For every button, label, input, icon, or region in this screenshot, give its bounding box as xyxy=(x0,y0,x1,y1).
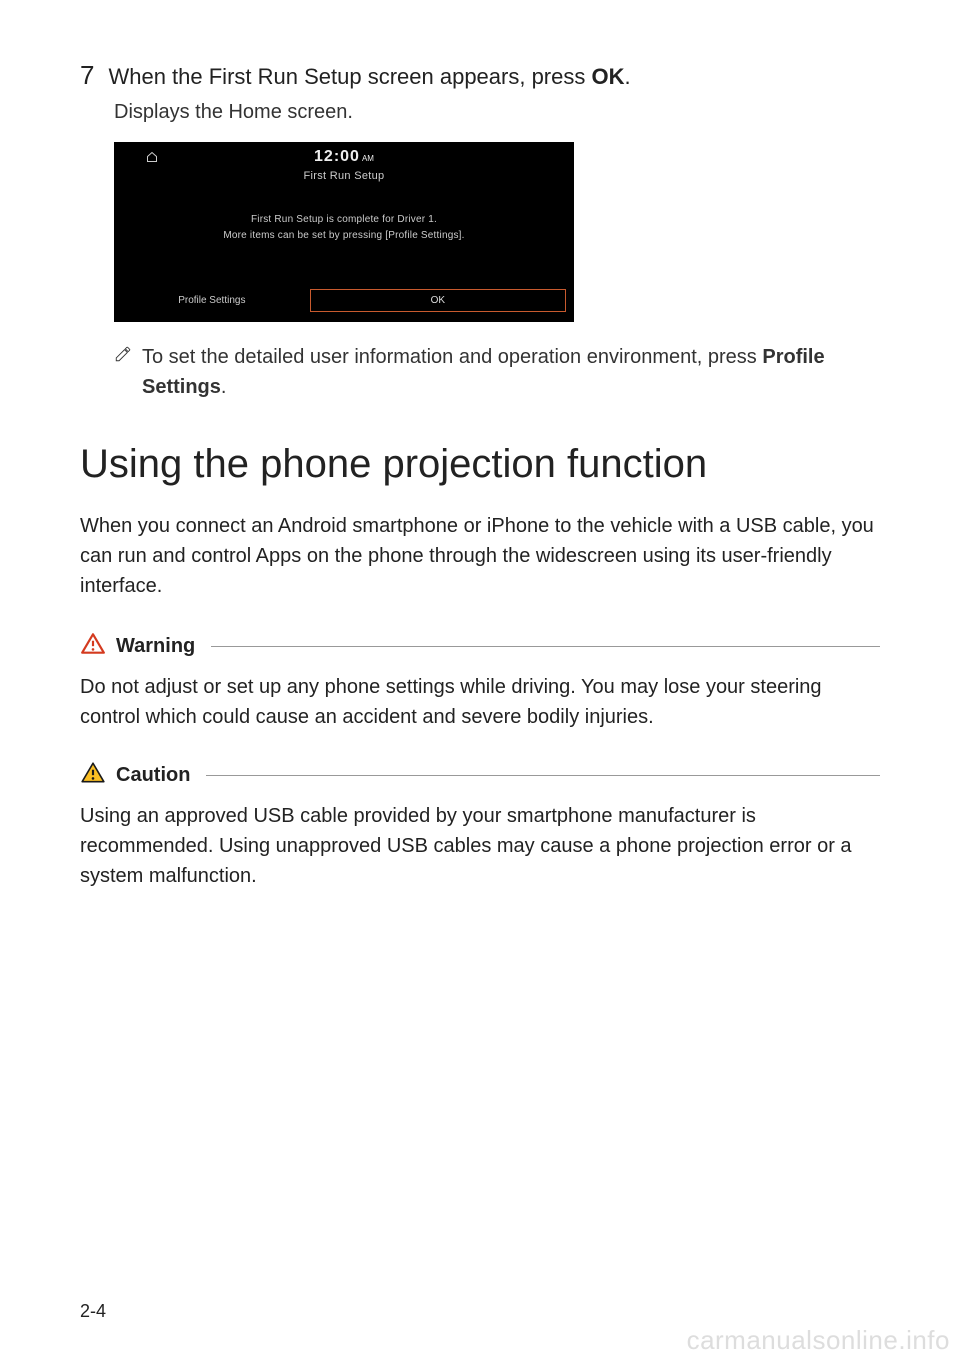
screenshot-ampm: AM xyxy=(362,154,374,163)
watermark: carmanualsonline.info xyxy=(687,1325,950,1356)
caution-icon xyxy=(80,760,106,791)
pencil-icon xyxy=(114,345,132,368)
caution-rule xyxy=(206,775,880,776)
step-text-suffix: . xyxy=(624,64,630,89)
warning-icon xyxy=(80,631,106,662)
step-item: 7 When the First Run Setup screen appear… xyxy=(80,60,880,93)
warning-label: Warning xyxy=(116,635,195,658)
screenshot-button-row: Profile Settings OK xyxy=(114,289,574,312)
home-icon xyxy=(146,150,158,168)
section-intro: When you connect an Android smartphone o… xyxy=(80,511,880,601)
screenshot-clock: 12:00AM xyxy=(114,142,574,166)
warning-body: Do not adjust or set up any phone settin… xyxy=(80,672,880,732)
screenshot-body-line2: More items can be set by pressing [Profi… xyxy=(114,228,574,244)
note: To set the detailed user information and… xyxy=(114,342,880,402)
infotainment-screenshot: 12:00AM First Run Setup First Run Setup … xyxy=(114,142,574,322)
caution-body: Using an approved USB cable provided by … xyxy=(80,801,880,891)
note-prefix: To set the detailed user information and… xyxy=(142,346,762,368)
step-text-bold: OK xyxy=(591,64,624,89)
ok-button: OK xyxy=(310,289,566,312)
screenshot-time: 12:00 xyxy=(314,148,360,165)
screenshot-body: First Run Setup is complete for Driver 1… xyxy=(114,212,574,244)
caution-header: Caution xyxy=(80,760,880,791)
note-suffix: . xyxy=(221,376,227,398)
step-description: Displays the Home screen. xyxy=(114,101,880,124)
warning-header: Warning xyxy=(80,631,880,662)
note-text: To set the detailed user information and… xyxy=(142,342,880,402)
warning-rule xyxy=(211,646,880,647)
profile-settings-button: Profile Settings xyxy=(114,289,310,312)
screenshot-title: First Run Setup xyxy=(114,170,574,182)
step-text: When the First Run Setup screen appears,… xyxy=(108,62,630,93)
caution-label: Caution xyxy=(116,764,190,787)
section-heading: Using the phone projection function xyxy=(80,442,880,487)
step-number: 7 xyxy=(80,60,94,91)
page-number: 2-4 xyxy=(80,1301,106,1322)
screenshot-body-line1: First Run Setup is complete for Driver 1… xyxy=(114,212,574,228)
step-text-prefix: When the First Run Setup screen appears,… xyxy=(108,64,591,89)
